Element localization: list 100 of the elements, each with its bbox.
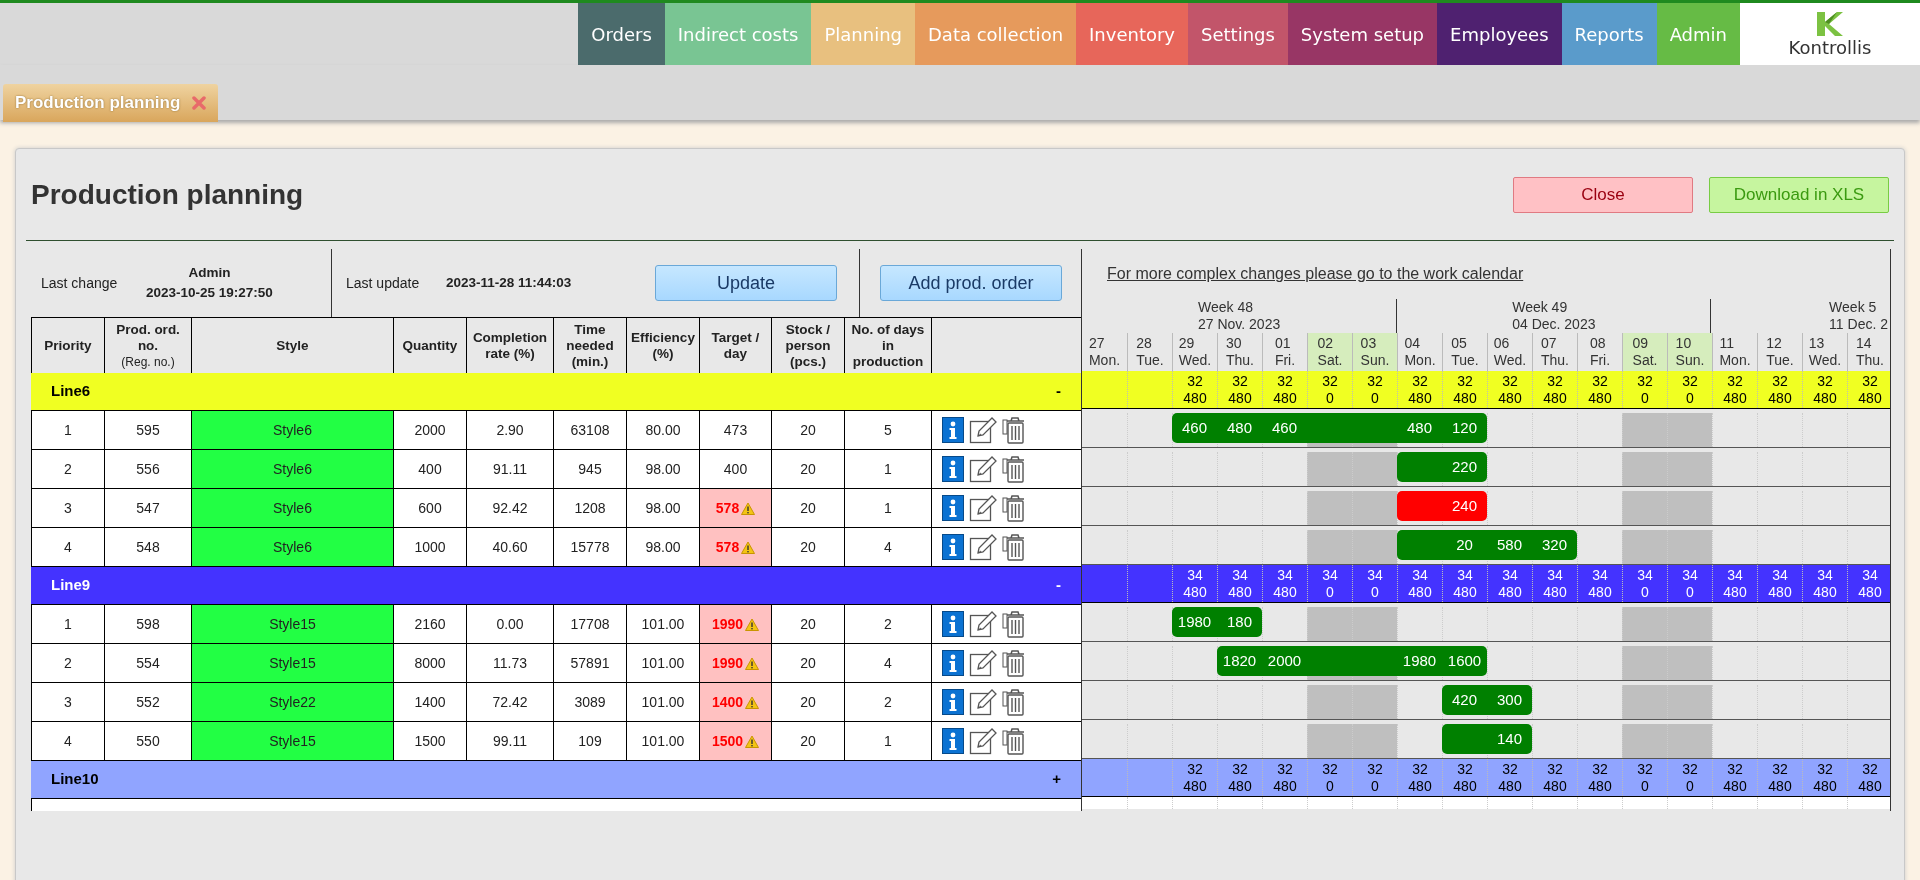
table-cell: 92.42 [467,489,554,527]
capacity-cell: 32 480 [1757,759,1802,796]
line-row[interactable]: Line6 - [31,373,1081,411]
table-cell: 1500 [394,722,467,760]
warning-icon [741,540,756,554]
info-icon[interactable] [942,495,964,521]
schedule-bar[interactable]: 460 480 460 480 120 [1172,413,1487,443]
table-cell: 91.11 [467,450,554,488]
edit-icon[interactable] [969,727,997,755]
capacity-cell: 34 480 [1397,565,1442,602]
line-name: Line10 [51,769,99,790]
close-button[interactable]: Close [1513,176,1693,213]
trash-icon[interactable] [1002,533,1026,561]
day-header: 09 Sat. [1622,333,1667,371]
info-icon[interactable] [942,689,964,715]
trash-icon[interactable] [1002,727,1026,755]
capacity-cell: 34 0 [1622,565,1667,602]
capacity-cell: 34 480 [1757,565,1802,602]
table-cell: 57891 [554,644,627,682]
target-value: 578 [715,537,740,557]
line-row[interactable]: Line10 + [31,761,1081,799]
trash-icon[interactable] [1002,416,1026,444]
table-cell: 400 [700,450,772,488]
schedule-bar[interactable]: 140 [1442,724,1532,754]
edit-icon[interactable] [969,455,997,483]
capacity-cell: 32 480 [1757,371,1802,408]
table-cell: 80.00 [627,411,700,449]
table-cell: 945 [554,450,627,488]
edit-icon[interactable] [969,533,997,561]
table-cell: 4 [32,528,105,566]
calendar-link[interactable]: For more complex changes please go to the work calendar [1107,262,1524,286]
toggle-sign[interactable]: - [1056,380,1061,403]
nav-item[interactable]: Reports [1561,3,1657,65]
capacity-cell: 34 480 [1712,565,1757,602]
table-cell: 40.60 [467,528,554,566]
capacity-cell: 32 480 [1577,759,1622,796]
info-icon[interactable] [942,456,964,482]
nav-item[interactable]: Orders [578,3,665,65]
table-cell: 8000 [394,644,467,682]
schedule-bar[interactable]: 420 300 [1442,685,1532,715]
bar-value: 460 [1182,419,1207,437]
table-cell: 0.00 [467,605,554,643]
table-cell: 5 [845,411,932,449]
download-button[interactable]: Download in XLS [1709,176,1889,213]
capacity-cell: 32 480 [1172,759,1217,796]
trash-icon[interactable] [1002,688,1026,716]
week-header: Week 5 11 Dec. 2 [1710,299,1890,333]
timestamp: 2023-10-25 19:27:50 [146,284,273,302]
info-icon[interactable] [942,650,964,676]
capacity-cell: 34 480 [1532,565,1577,602]
capacity-cell: 32 480 [1217,759,1262,796]
capacity-cell: 34 480 [1802,565,1847,602]
capacity-cell: 32 0 [1352,759,1397,796]
info-icon[interactable] [942,417,964,443]
week-header: Week 48 27 Nov. 2023 [1197,299,1282,333]
nav-item[interactable]: System setup [1287,3,1438,65]
nav-item[interactable]: Employees [1437,3,1562,65]
edit-icon[interactable] [969,416,997,444]
capacity-cell: 32 480 [1802,371,1847,408]
schedule-bar[interactable]: 240 [1397,491,1487,521]
toggle-sign[interactable]: - [1056,574,1061,597]
user-name: Admin [187,263,232,282]
day-header: 02 Sat. [1307,333,1352,371]
table-cell: 72.42 [467,683,554,721]
logo-text: Kontrollis [1788,38,1872,58]
capacity-cell: 34 0 [1667,565,1712,602]
info-icon[interactable] [942,534,964,560]
table-cell: 20 [772,644,845,682]
edit-icon[interactable] [969,649,997,677]
capacity-cell: 34 480 [1217,565,1262,602]
trash-icon[interactable] [1002,494,1026,522]
schedule-bar[interactable]: 1980 180 [1172,607,1262,637]
nav-item[interactable]: Settings [1188,3,1288,65]
trash-icon[interactable] [1002,649,1026,677]
schedule-bar[interactable]: 220 [1397,452,1487,482]
edit-icon[interactable] [969,688,997,716]
style-cell: Style15 [192,605,394,643]
edit-icon[interactable] [969,494,997,522]
bar-value: 1980 [1177,613,1212,631]
info-icon[interactable] [942,728,964,754]
table-cell: 1400 [394,683,467,721]
table-cell: 20 [772,450,845,488]
trash-icon[interactable] [1002,455,1026,483]
schedule-bar[interactable]: 1820 2000 1980 1600 [1217,646,1487,676]
add-order-button[interactable]: Add prod. order [880,265,1062,301]
trash-icon[interactable] [1002,610,1026,638]
update-button[interactable]: Update [655,265,837,301]
edit-icon[interactable] [969,610,997,638]
bar-value: 220 [1452,458,1477,476]
table-cell: 4 [845,528,932,566]
line-row[interactable]: Line9 - [31,567,1081,605]
nav-item[interactable]: Inventory [1076,3,1189,65]
day-header: 03 Sun. [1352,333,1397,371]
bar-value: 320 [1542,536,1567,554]
toggle-sign[interactable]: + [1052,768,1061,791]
schedule-bar[interactable]: 20 580 320 [1397,530,1577,560]
table-cell: 2 [32,450,105,488]
warning-icon [745,656,760,670]
bar-value: 480 [1227,419,1252,437]
info-icon[interactable] [942,611,964,637]
